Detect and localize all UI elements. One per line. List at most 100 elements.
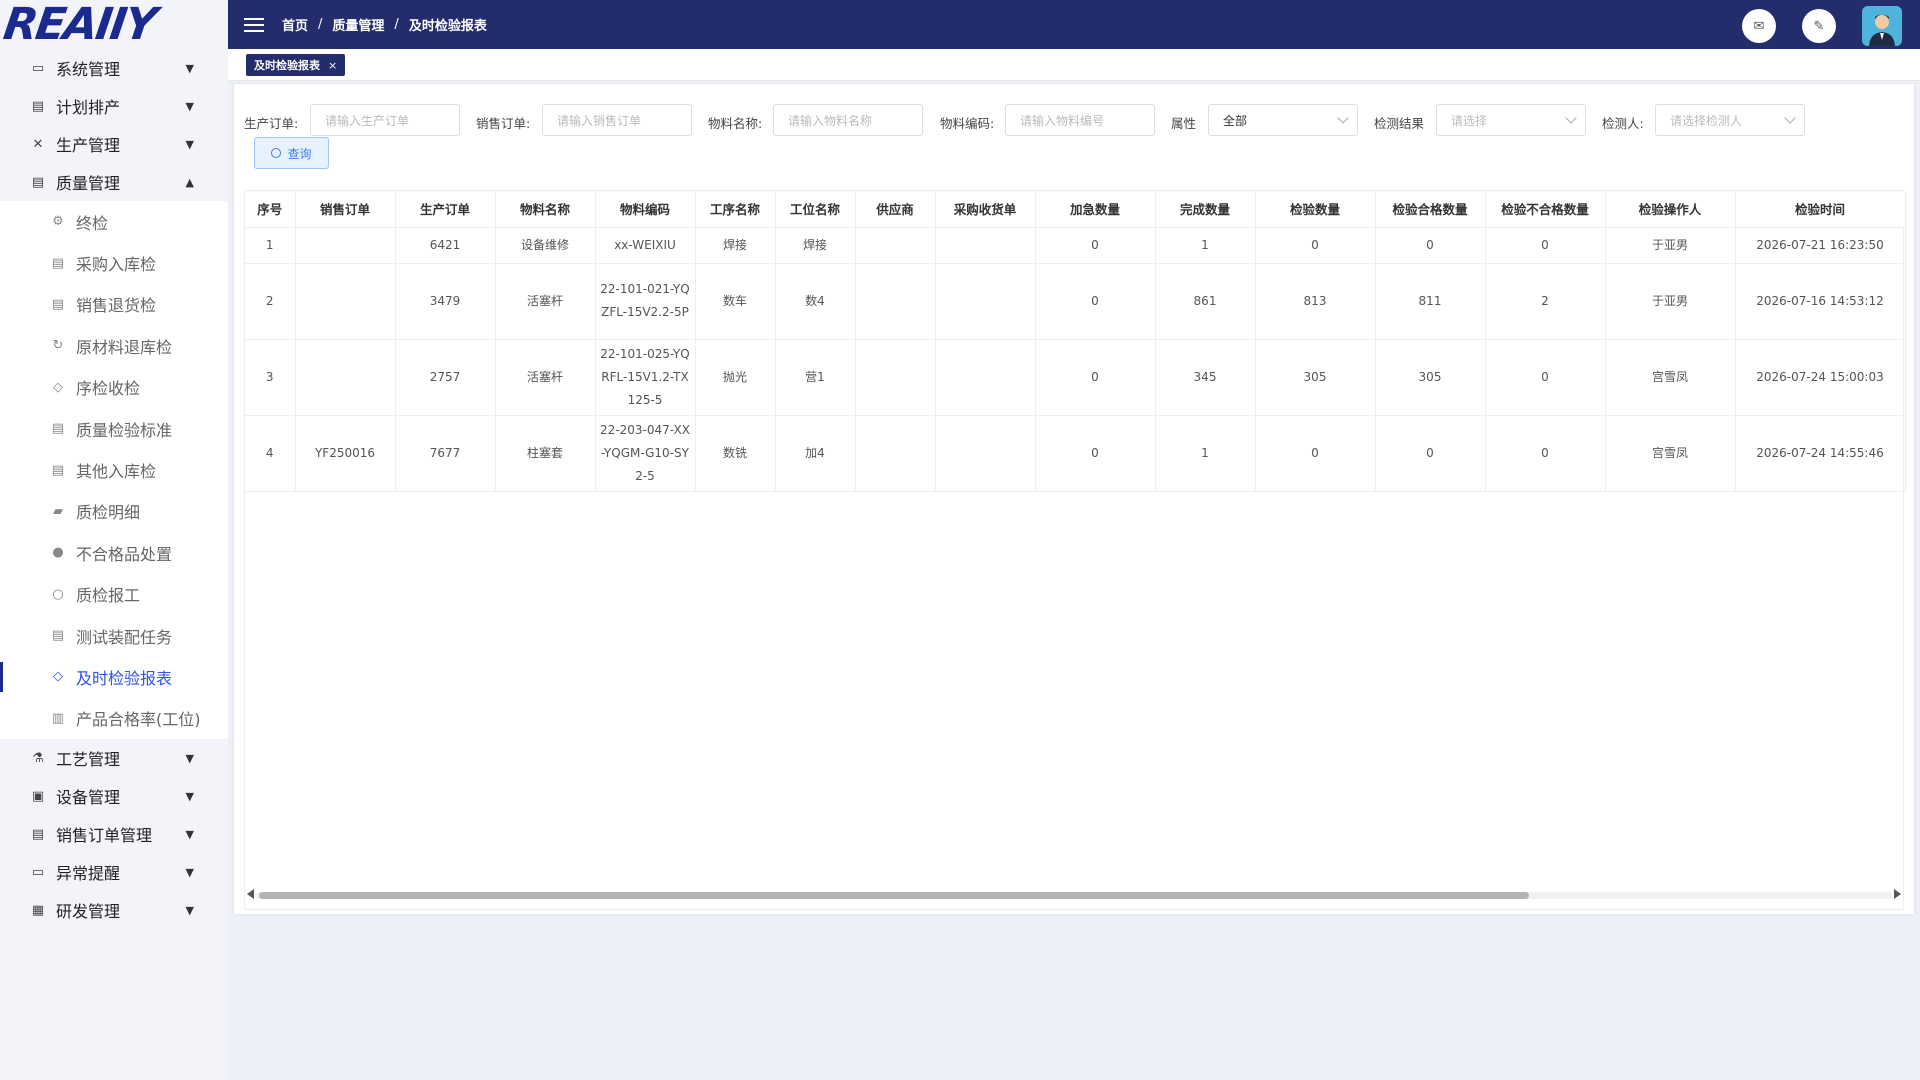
sidebar-item-production[interactable]: ✕ 生产管理 ▼ — [0, 125, 228, 163]
sidebar-item-process-inspection[interactable]: ◇ 序检收检 — [0, 367, 228, 408]
table-cell — [855, 227, 936, 264]
table-cell: 2 — [245, 263, 296, 340]
table-cell: 3 — [245, 339, 296, 416]
sidebar-item-purchase-inspection[interactable]: ▤ 采购入库检 — [0, 242, 228, 283]
edit-icon[interactable]: ✎ — [1802, 9, 1836, 43]
sidebar-item-sales-return-inspection[interactable]: ▤ 销售退货检 — [0, 284, 228, 325]
company-logo: REAIIY — [0, 0, 228, 50]
table-cell: 0 — [1485, 339, 1606, 416]
inspector-select[interactable]: 请选择检测人 — [1655, 104, 1805, 136]
flask-icon: ⚗ — [32, 750, 44, 766]
table-cell: 柱塞套 — [495, 415, 596, 492]
sidebar-item-label: 测试装配任务 — [76, 627, 173, 647]
chevron-down-icon: ▼ — [185, 903, 194, 917]
tab-label: 及时检验报表 — [254, 59, 320, 72]
document-icon: ▤ — [51, 255, 65, 271]
attribute-select[interactable]: 全部 — [1208, 104, 1358, 136]
table-cell: 焊接 — [775, 227, 856, 264]
table-cell: YF250016 — [295, 415, 396, 492]
material-name-input[interactable]: 请输入物料名称 — [773, 104, 923, 136]
table-cell: 数铣 — [695, 415, 776, 492]
sidebar-item-equipment[interactable]: ▣ 设备管理 ▼ — [0, 777, 228, 815]
table-cell — [935, 263, 1036, 340]
sidebar-item-nonconforming[interactable]: ● 不合格品处置 — [0, 532, 228, 573]
sidebar-item-label: 生产管理 — [56, 136, 121, 155]
sidebar-item-label: 质量检验标准 — [76, 420, 173, 440]
monitor-icon: ▭ — [31, 60, 45, 76]
table-cell: 营1 — [775, 339, 856, 416]
sidebar-item-alerts[interactable]: ▭ 异常提醒 ▼ — [0, 853, 228, 891]
query-button[interactable]: 查询 — [254, 137, 329, 169]
column-header: 采购收货单 — [935, 191, 1036, 228]
tabs-bar: 及时检验报表 × — [228, 49, 1920, 81]
table-cell — [855, 339, 936, 416]
sidebar-item-label: 其他入库检 — [76, 462, 157, 482]
column-header: 工序名称 — [695, 191, 776, 228]
search-icon — [271, 148, 282, 158]
breadcrumb-current: 及时检验报表 — [408, 19, 487, 34]
table-cell: 0 — [1035, 415, 1156, 492]
sidebar-item-pass-rate[interactable]: ▥ 产品合格率(工位) — [0, 698, 228, 739]
table-cell — [935, 339, 1036, 416]
menu-toggle-icon[interactable] — [244, 17, 264, 32]
table-cell: 0 — [1485, 415, 1606, 492]
inspector-select-placeholder: 请选择检测人 — [1670, 113, 1743, 128]
sidebar-item-label: 原材料退库检 — [76, 337, 173, 357]
table-cell — [295, 263, 396, 340]
table-cell: 宫雪凤 — [1605, 339, 1736, 416]
table-cell: 4 — [245, 415, 296, 492]
scroll-right-icon[interactable] — [1894, 889, 1901, 899]
column-header: 检验时间 — [1735, 191, 1906, 228]
table-row[interactable]: 3 2757 活塞杆 22-101-025-YQRFL-15V1.2-TX125… — [245, 339, 1906, 416]
sidebar-item-system[interactable]: ▭ 系统管理 ▼ — [0, 49, 228, 87]
diamond-icon: ◇ — [53, 379, 63, 395]
sidebar-item-timely-inspection-report[interactable]: ◇ 及时检验报表 — [0, 656, 228, 697]
avatar[interactable] — [1862, 6, 1902, 46]
chevron-down-icon: ▼ — [185, 137, 194, 151]
production-order-input[interactable]: 请输入生产订单 — [310, 104, 460, 136]
sidebar-item-quality[interactable]: ▤ 质量管理 ▲ — [0, 163, 228, 201]
close-icon[interactable]: × — [328, 59, 337, 72]
sidebar-menu: ▭ 系统管理 ▼ ▤ 计划排产 ▼ ✕ 生产管理 ▼ ▤ 质量管理 ▲ — [0, 49, 228, 201]
column-header: 供应商 — [855, 191, 936, 228]
sidebar-item-rnd[interactable]: ▦ 研发管理 ▼ — [0, 891, 228, 929]
chevron-down-icon: ▼ — [185, 751, 194, 765]
breadcrumb-separator: / — [318, 17, 323, 32]
scrollbar-thumb[interactable] — [259, 892, 1529, 899]
result-select[interactable]: 请选择 — [1436, 104, 1586, 136]
material-code-input[interactable]: 请输入物料编号 — [1005, 104, 1155, 136]
result-select-placeholder: 请选择 — [1451, 113, 1488, 128]
attribute-label: 属性 — [1171, 116, 1197, 131]
clipboard-icon: ▤ — [31, 174, 45, 190]
table-cell: 抛光 — [695, 339, 776, 416]
sidebar-item-inspection-detail[interactable]: ▰ 质检明细 — [0, 491, 228, 532]
breadcrumb-quality[interactable]: 质量管理 — [332, 15, 384, 34]
sidebar-item-planning[interactable]: ▤ 计划排产 ▼ — [0, 87, 228, 125]
mail-icon[interactable]: ✉ — [1742, 9, 1776, 43]
table-row[interactable]: 2 3479 活塞杆 22-101-021-YQZFL-15V2.2-5P 数车… — [245, 263, 1906, 340]
sidebar-item-final-inspection[interactable]: ⚙ 终检 — [0, 201, 228, 242]
sidebar-item-sales-orders[interactable]: ▤ 销售订单管理 ▼ — [0, 815, 228, 853]
table-cell: 7677 — [395, 415, 496, 492]
table-cell: 2026-07-16 14:53:12 — [1735, 263, 1906, 340]
scroll-left-icon[interactable] — [247, 889, 254, 899]
sidebar-item-quality-standard[interactable]: ▤ 质量检验标准 — [0, 408, 228, 449]
sidebar-item-other-inspection[interactable]: ▤ 其他入库检 — [0, 449, 228, 490]
sidebar-item-assembly-task[interactable]: ▤ 测试装配任务 — [0, 615, 228, 656]
monitor-icon: ▭ — [31, 864, 45, 880]
table-row[interactable]: 1 6421 设备维修 xx-WEIXIU 焊接 焊接 0 1 0 0 0 于亚… — [245, 227, 1906, 264]
sales-order-input[interactable]: 请输入销售订单 — [542, 104, 692, 136]
filter-bar: 生产订单: 请输入生产订单 销售订单: 请输入销售订单 物料名称: 请输入物料名… — [234, 104, 1914, 140]
table-cell: 22-101-021-YQZFL-15V2.2-5P — [595, 263, 696, 340]
document-icon: ▤ — [31, 826, 45, 842]
table-cell: 数4 — [775, 263, 856, 340]
sidebar-item-label: 序检收检 — [76, 379, 141, 399]
sidebar-item-process[interactable]: ⚗ 工艺管理 ▼ — [0, 739, 228, 777]
sidebar-item-material-return-inspection[interactable]: ↻ 原材料退库检 — [0, 325, 228, 366]
sidebar-item-inspection-report[interactable]: ○ 质检报工 — [0, 574, 228, 615]
table-row[interactable]: 4 YF250016 7677 柱塞套 22-203-047-XX-YQGM-G… — [245, 415, 1906, 492]
tab-timely-inspection-report[interactable]: 及时检验报表 × — [246, 54, 346, 76]
breadcrumb-home[interactable]: 首页 — [282, 15, 308, 34]
horizontal-scrollbar[interactable] — [245, 887, 1903, 901]
table-cell: 811 — [1375, 263, 1486, 340]
